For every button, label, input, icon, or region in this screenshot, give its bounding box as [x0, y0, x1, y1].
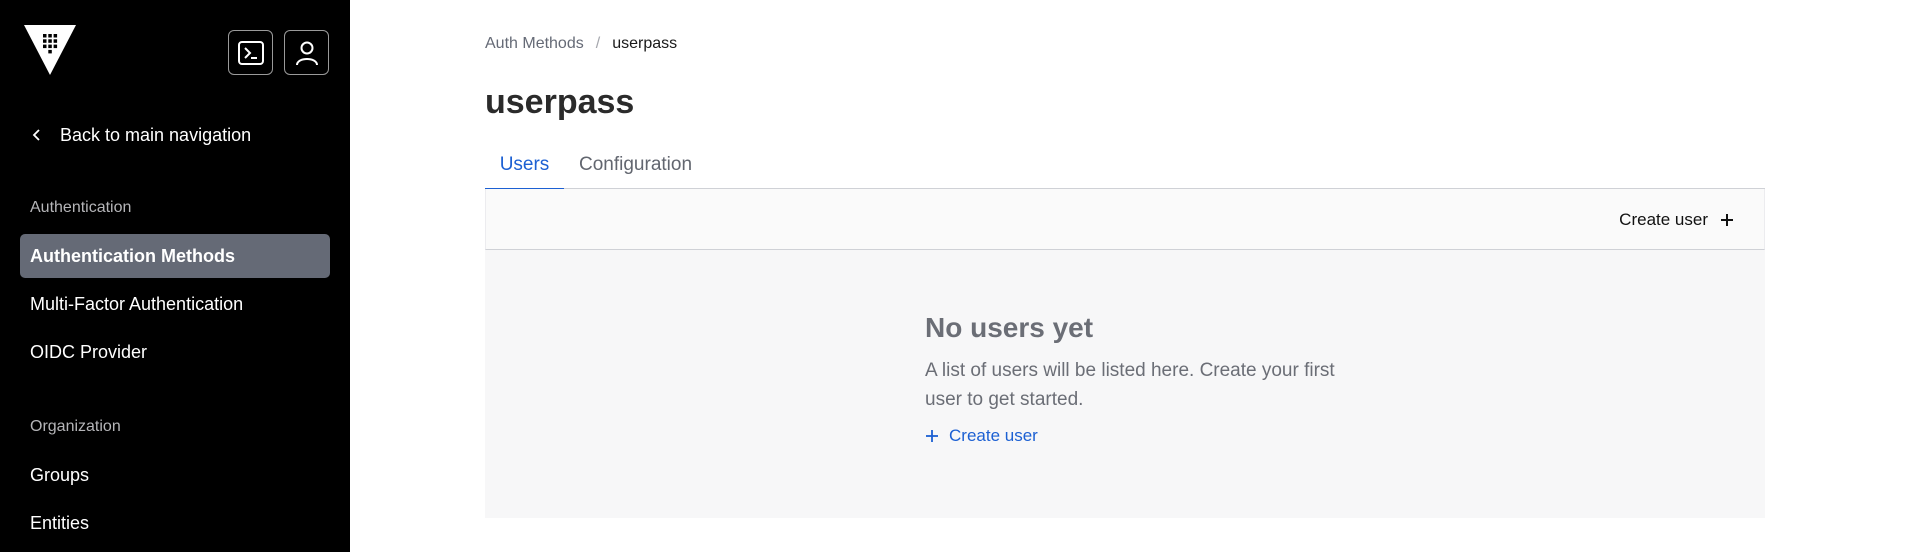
empty-state-content: No users yet A list of users will be lis… — [925, 310, 1345, 446]
sidebar-item-oidc-provider[interactable]: OIDC Provider — [20, 330, 330, 374]
console-button[interactable] — [228, 30, 273, 75]
plus-icon — [1720, 213, 1734, 227]
terminal-icon — [237, 40, 264, 65]
empty-state-title: No users yet — [925, 312, 1094, 343]
plus-icon — [925, 429, 939, 443]
breadcrumb-current: userpass — [612, 35, 678, 52]
empty-state-create-user-link[interactable]: Create user — [925, 426, 1345, 446]
empty-state: No users yet A list of users will be lis… — [485, 250, 1765, 518]
sidebar-item-groups[interactable]: Groups — [20, 453, 330, 497]
sidebar-item-multi-factor-authentication[interactable]: Multi-Factor Authentication — [20, 282, 330, 326]
empty-state-message: A list of users will be listed here. Cre… — [925, 360, 1335, 410]
create-user-button-label: Create user — [1619, 209, 1708, 229]
sidebar: Back to main navigation Authentication A… — [0, 0, 350, 552]
create-user-button[interactable]: Create user — [1619, 189, 1734, 250]
sidebar-item-entities[interactable]: Entities — [20, 501, 330, 545]
empty-state-link-label: Create user — [949, 426, 1038, 445]
breadcrumb: Auth Methods / userpass — [485, 35, 677, 53]
toolbar: Create user — [485, 189, 1765, 250]
breadcrumb-auth-methods-link[interactable]: Auth Methods — [485, 35, 584, 53]
sidebar-item-authentication-methods[interactable]: Authentication Methods — [20, 234, 330, 278]
user-icon — [295, 41, 318, 65]
page-title: userpass — [485, 83, 635, 121]
vault-logo-icon[interactable] — [24, 25, 76, 75]
tab-users[interactable]: Users — [485, 140, 564, 190]
user-menu-button[interactable] — [284, 30, 329, 75]
back-to-main-navigation-link[interactable]: Back to main navigation — [30, 120, 251, 150]
tab-bar: Users Configuration — [485, 140, 1765, 190]
section-label-authentication: Authentication — [30, 199, 132, 216]
breadcrumb-separator: / — [595, 35, 601, 52]
tab-configuration[interactable]: Configuration — [579, 140, 692, 189]
chevron-left-icon — [30, 127, 60, 143]
section-label-organization: Organization — [30, 418, 121, 435]
back-link-label: Back to main navigation — [60, 124, 252, 145]
